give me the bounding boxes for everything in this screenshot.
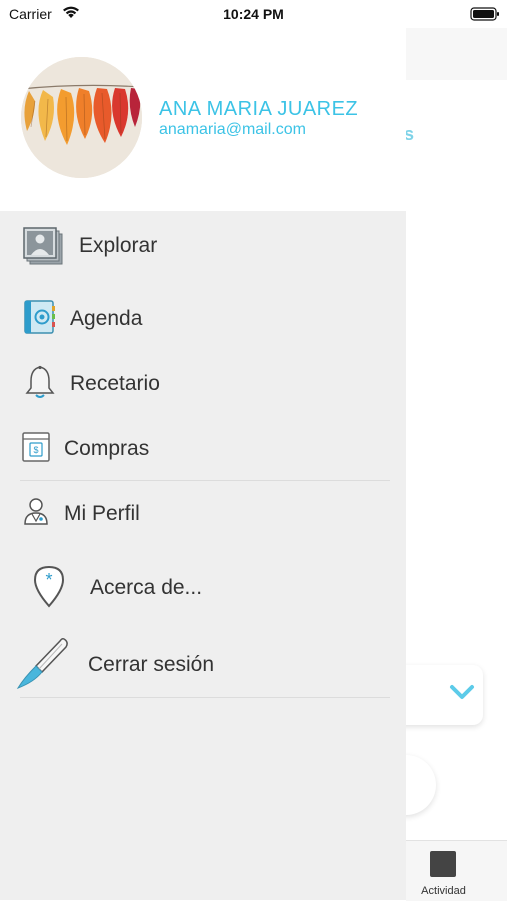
user-name: ANA MARIA JUAREZ — [159, 98, 359, 120]
clock: 10:24 PM — [223, 6, 284, 22]
svg-text:$: $ — [33, 445, 38, 455]
profile-header: ANA MARIA JUAREZ anamaria@mail.com — [0, 28, 406, 211]
tab-actividad-label: Actividad — [421, 885, 466, 897]
menu-item-acerca-de[interactable]: * Acerca de... — [0, 558, 406, 614]
menu-item-recetario[interactable]: Recetario — [0, 355, 406, 411]
doctor-icon — [22, 497, 50, 530]
svg-text:*: * — [45, 570, 52, 590]
status-bar: Carrier 10:24 PM — [0, 0, 507, 28]
tab-actividad[interactable]: Actividad — [406, 841, 481, 901]
menu-label-mi-perfil: Mi Perfil — [64, 502, 140, 525]
scalpel-icon — [14, 636, 70, 697]
menu-label-agenda: Agenda — [70, 307, 143, 330]
menu-item-cerrar-sesion[interactable]: Cerrar sesión — [0, 636, 406, 692]
location-pin-icon: * — [32, 564, 66, 613]
invoice-icon: $ — [22, 432, 50, 467]
menu-item-compras[interactable]: $ Compras — [0, 420, 406, 476]
background-header — [406, 28, 507, 80]
battery-icon — [470, 7, 500, 26]
menu-item-explorar[interactable]: Explorar — [0, 218, 406, 274]
bell-icon — [25, 365, 55, 404]
menu-divider — [20, 480, 390, 481]
menu-label-explorar: Explorar — [79, 234, 158, 257]
menu-label-recetario: Recetario — [70, 372, 160, 395]
activity-icon — [430, 851, 456, 877]
user-email: anamaria@mail.com — [159, 121, 306, 138]
menu-label-acerca-de: Acerca de... — [90, 576, 203, 599]
menu-item-mi-perfil[interactable]: Mi Perfil — [0, 485, 406, 541]
tab-bar: Actividad — [406, 840, 507, 901]
photos-icon — [22, 226, 64, 273]
menu-divider-bottom — [20, 697, 390, 698]
menu-label-cerrar-sesion: Cerrar sesión — [88, 653, 215, 676]
side-drawer: ANA MARIA JUAREZ anamaria@mail.com Explo… — [0, 28, 406, 900]
menu-label-compras: Compras — [64, 437, 150, 460]
menu-item-agenda[interactable]: Agenda — [0, 290, 406, 346]
chevron-down-icon[interactable] — [448, 682, 476, 707]
address-book-icon — [23, 300, 55, 339]
avatar[interactable] — [21, 57, 142, 178]
